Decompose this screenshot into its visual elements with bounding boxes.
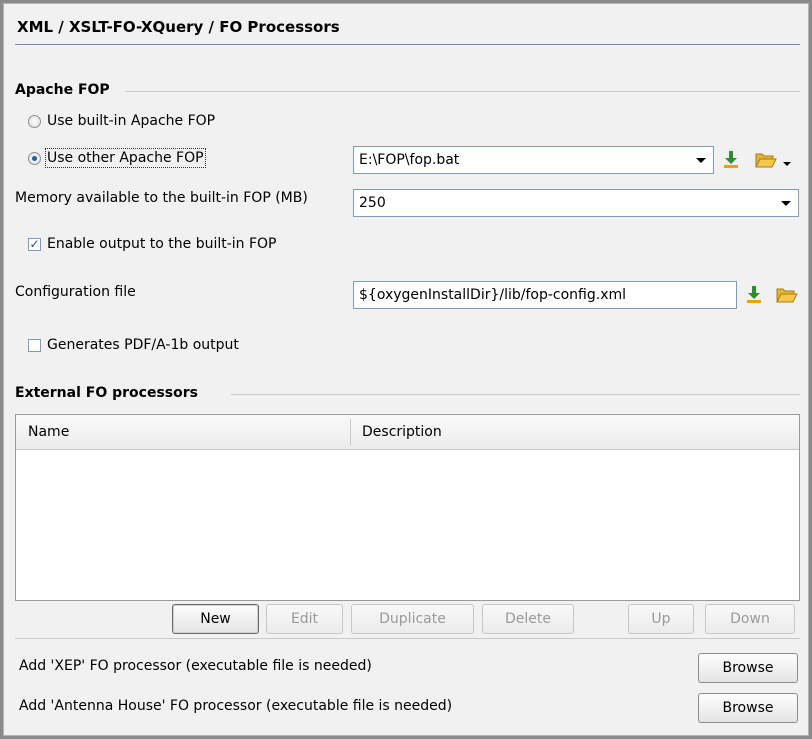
edit-button[interactable]: Edit — [266, 604, 343, 634]
preferences-panel: XML / XSLT-FO-XQuery / FO Processors Apa… — [3, 3, 809, 736]
folder-open-icon[interactable] — [755, 151, 777, 168]
enable-output-checkbox[interactable]: ✓ Enable output to the built-in FOP — [28, 236, 277, 252]
enable-output-label: Enable output to the built-in FOP — [47, 236, 277, 252]
xep-label: Add 'XEP' FO processor (executable file … — [19, 658, 372, 674]
folder-dropdown-icon[interactable] — [783, 162, 791, 166]
config-file-input[interactable]: ${oxygenInstallDir}/lib/fop-config.xml — [353, 281, 737, 309]
config-browse-folder-button[interactable] — [776, 286, 798, 303]
folder-open-icon[interactable] — [776, 286, 798, 303]
pdfa-checkbox[interactable]: Generates PDF/A-1b output — [28, 337, 239, 353]
apache-fop-section-title: Apache FOP — [15, 82, 110, 98]
up-button[interactable]: Up — [628, 604, 694, 634]
memory-value: 250 — [359, 195, 386, 211]
config-file-value: ${oxygenInstallDir}/lib/fop-config.xml — [359, 287, 627, 303]
antenna-house-label: Add 'Antenna House' FO processor (execut… — [19, 698, 453, 714]
download-icon[interactable] — [746, 285, 762, 303]
other-fop-path-value: E:\FOP\fop.bat — [359, 152, 460, 168]
column-header-name[interactable]: Name — [16, 415, 350, 449]
radio-other-indicator[interactable] — [28, 151, 41, 165]
page-title: XML / XSLT-FO-XQuery / FO Processors — [17, 18, 340, 36]
external-section-title: External FO processors — [15, 385, 198, 401]
chevron-down-icon[interactable] — [781, 201, 791, 206]
config-file-label: Configuration file — [15, 284, 136, 300]
external-processors-table[interactable]: Name Description — [15, 414, 800, 601]
duplicate-button[interactable]: Duplicate — [351, 604, 474, 634]
bottom-divider — [15, 638, 800, 639]
memory-label: Memory available to the built-in FOP (MB… — [15, 190, 308, 206]
external-divider — [231, 394, 800, 395]
title-divider — [15, 44, 800, 45]
radio-builtin-fop[interactable]: Use built-in Apache FOP — [28, 113, 215, 129]
antenna-house-browse-button[interactable]: Browse — [698, 693, 798, 723]
down-button[interactable]: Down — [705, 604, 795, 634]
radio-other-fop[interactable]: Use other Apache FOP — [28, 148, 206, 168]
radio-builtin-label: Use built-in Apache FOP — [47, 113, 216, 129]
browse-folder-button[interactable] — [755, 151, 777, 168]
pdfa-check-box[interactable] — [28, 338, 41, 352]
apache-fop-divider — [125, 91, 800, 92]
enable-output-check-box[interactable]: ✓ — [28, 237, 41, 251]
chevron-down-icon[interactable] — [696, 158, 706, 163]
new-button[interactable]: New — [172, 604, 259, 634]
radio-builtin-indicator[interactable] — [28, 114, 41, 128]
xep-browse-button[interactable]: Browse — [698, 653, 798, 683]
memory-combo[interactable]: 250 — [353, 189, 799, 217]
download-button[interactable] — [723, 150, 739, 168]
radio-other-label: Use other Apache FOP — [45, 148, 206, 168]
config-download-button[interactable] — [746, 285, 762, 303]
column-header-description[interactable]: Description — [350, 415, 800, 449]
table-header: Name Description — [16, 415, 799, 450]
download-icon[interactable] — [723, 150, 739, 168]
other-fop-path-combo[interactable]: E:\FOP\fop.bat — [353, 146, 714, 174]
pdfa-label: Generates PDF/A-1b output — [47, 337, 239, 353]
delete-button[interactable]: Delete — [482, 604, 574, 634]
